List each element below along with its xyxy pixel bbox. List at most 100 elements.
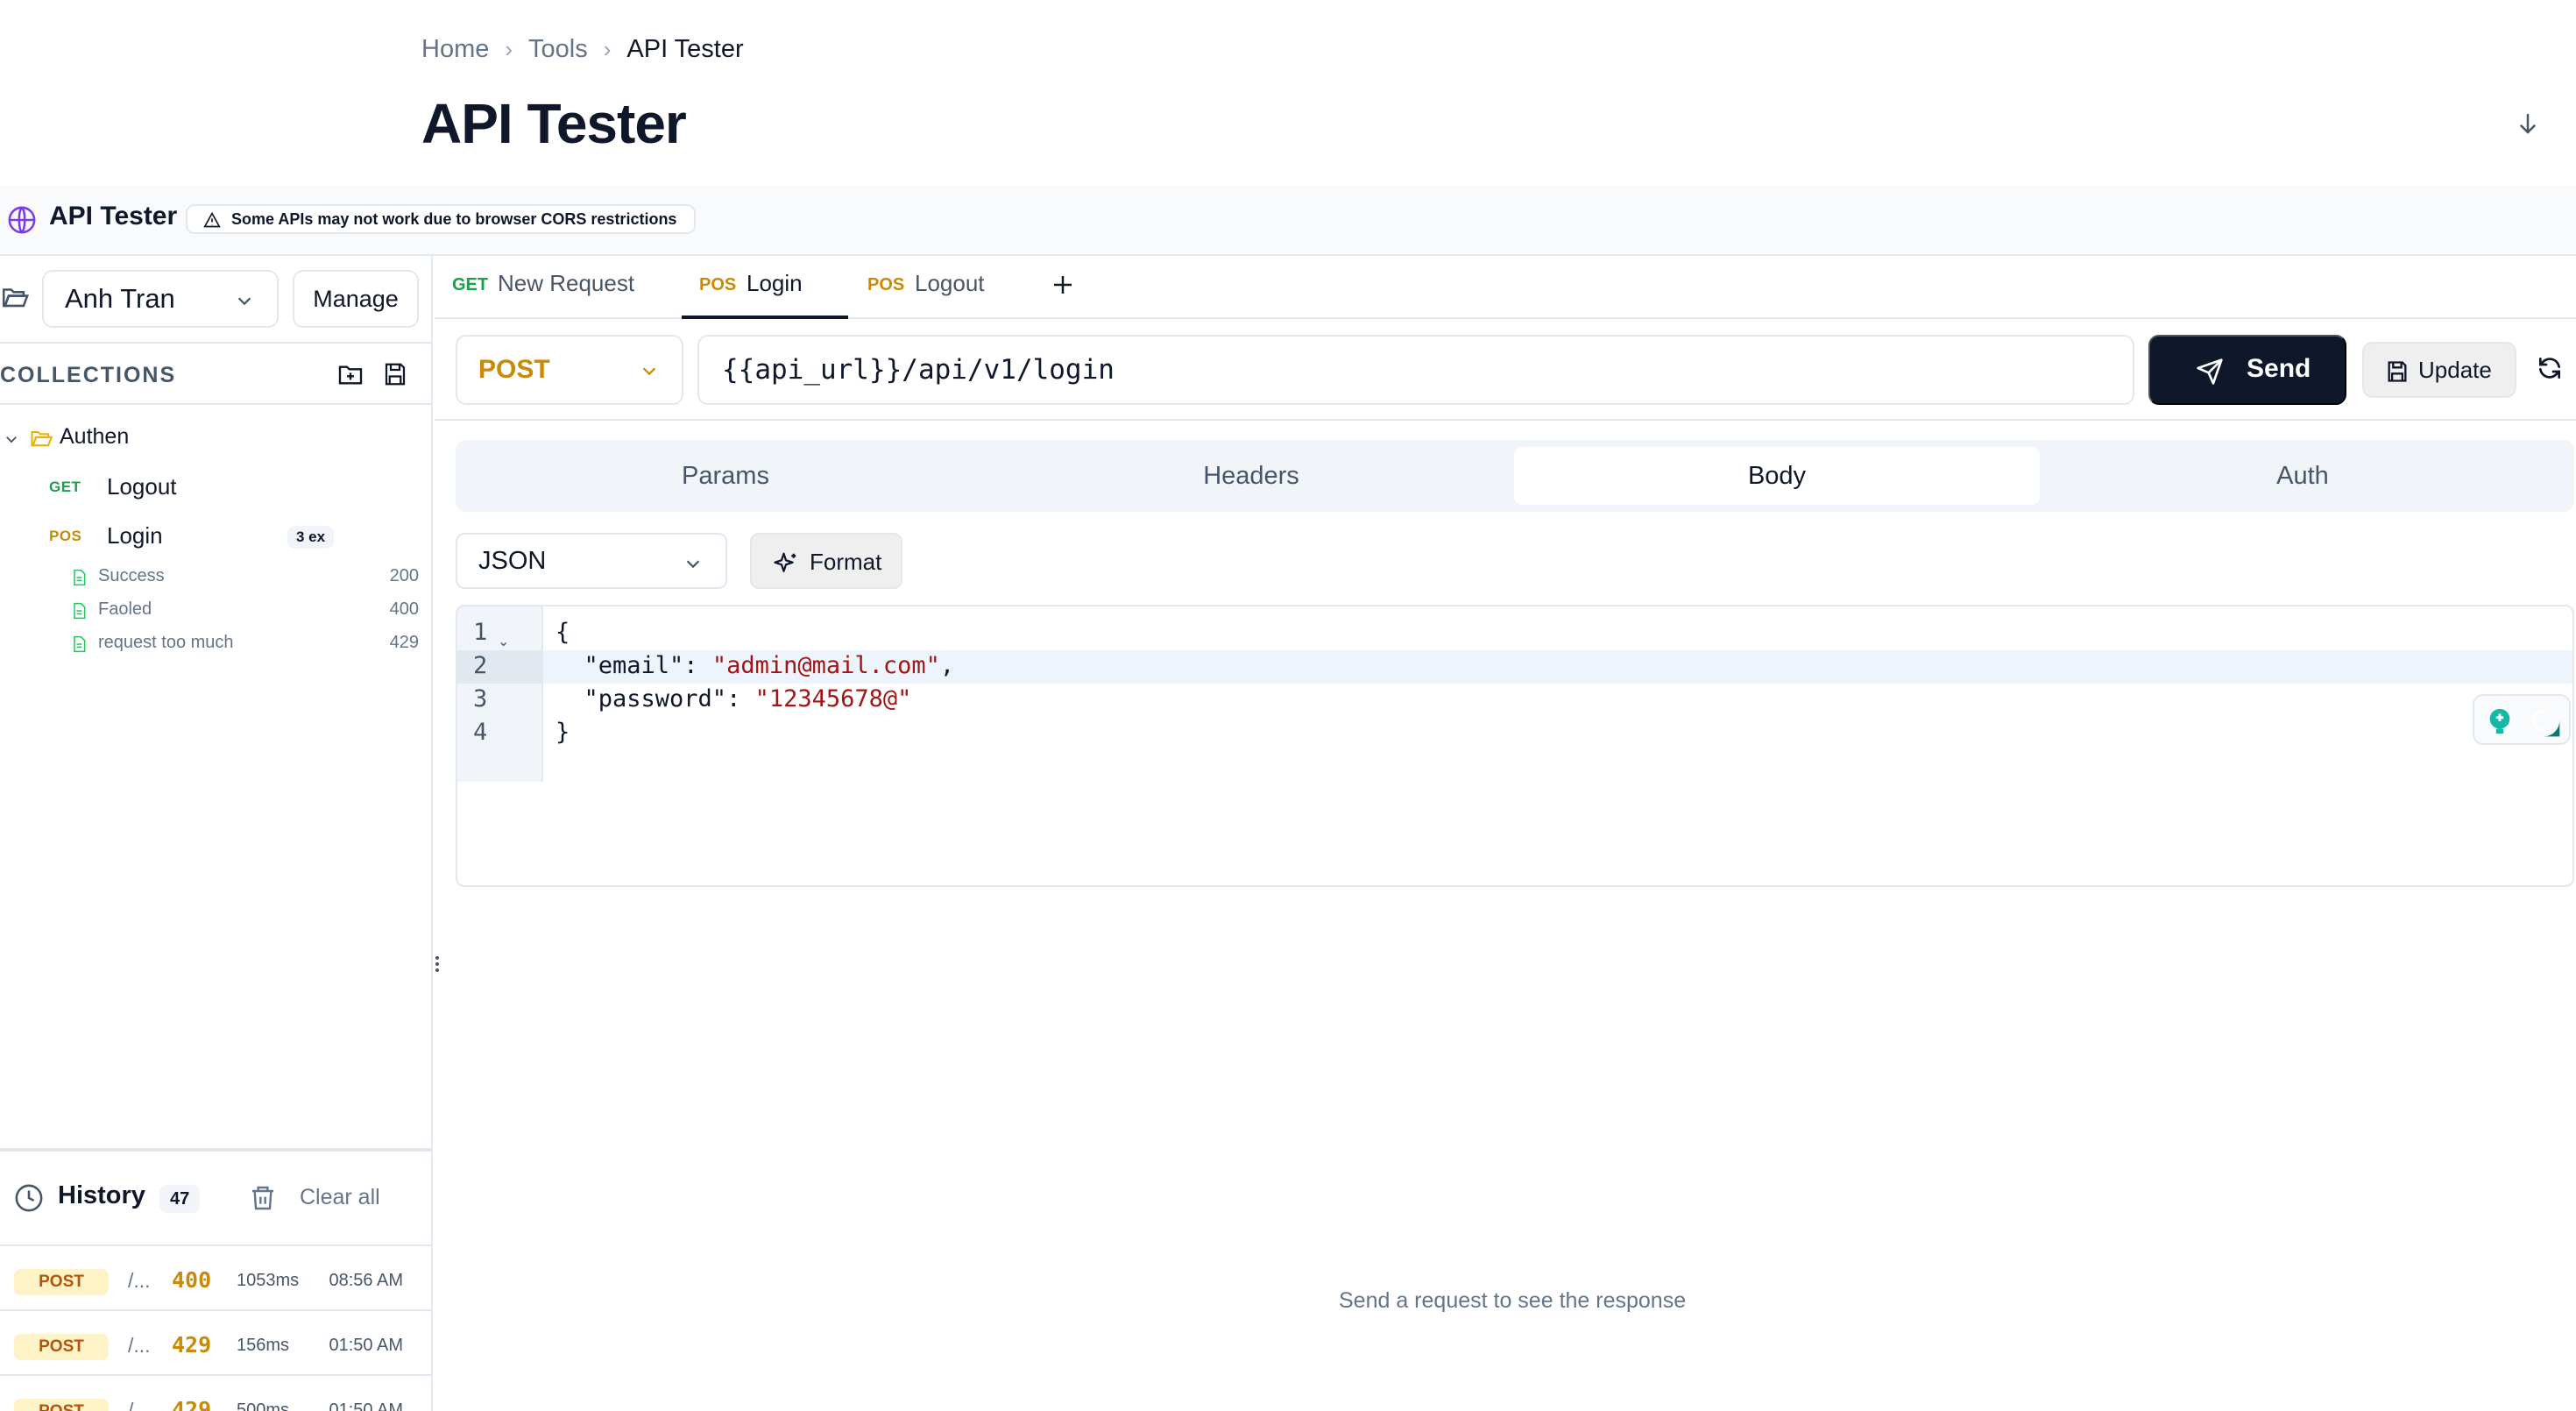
example-item[interactable]: request too much 429: [0, 628, 433, 659]
tab-label: Logout: [915, 270, 985, 296]
folder-open-icon: [31, 430, 53, 447]
workspace-row: Anh Tran Manage: [0, 256, 433, 344]
body-type-select[interactable]: JSON: [456, 533, 727, 589]
folder-authen[interactable]: Authen: [0, 422, 433, 457]
body-editor[interactable]: 1 ⌄ 2 3 4 { "email": "admin@mail.com", "…: [456, 605, 2574, 887]
example-name: request too much: [98, 633, 234, 652]
history-row[interactable]: POST /... 429 500ms 01:50 AM: [0, 1376, 433, 1411]
chevron-down-icon: [686, 560, 700, 569]
tab-label: Login: [747, 270, 803, 296]
method-badge: POST: [14, 1399, 109, 1411]
send-button[interactable]: Send: [2148, 335, 2346, 405]
chevron-right-icon: ›: [603, 36, 612, 62]
history-row[interactable]: POST /... 429 156ms 01:50 AM: [0, 1311, 433, 1376]
history-path: /...: [128, 1269, 151, 1292]
history-time: 08:56 AM: [329, 1271, 403, 1290]
format-button[interactable]: Format: [750, 533, 902, 589]
example-status: 200: [389, 566, 419, 585]
method-badge: GET: [452, 275, 489, 294]
extension-widget[interactable]: [2473, 694, 2571, 745]
example-name: Faoled: [98, 599, 152, 619]
example-name: Success: [98, 566, 165, 585]
method-select[interactable]: POST: [456, 335, 683, 405]
code-line: "password": "12345678@": [556, 685, 912, 713]
folder-plus-icon[interactable]: [336, 361, 364, 389]
tab-auth[interactable]: Auth: [2040, 447, 2565, 505]
code-line: "email": "admin@mail.com",: [556, 652, 955, 679]
chevron-down-icon: [237, 297, 251, 306]
json-key: "password":: [556, 685, 755, 713]
clear-all-button[interactable]: Clear all: [300, 1185, 380, 1210]
request-logout[interactable]: GET Logout: [0, 470, 433, 507]
history-row[interactable]: POST /... 400 1053ms 08:56 AM: [0, 1246, 433, 1311]
method-badge: POST: [14, 1334, 109, 1360]
save-icon[interactable]: [382, 361, 408, 387]
tab-params[interactable]: Params: [463, 447, 988, 505]
code-line: {: [556, 619, 570, 646]
tab-headers[interactable]: Headers: [988, 447, 1514, 505]
request-tabs: GET New Request POS Login POS Logout: [435, 256, 2576, 319]
arrow-down-icon[interactable]: [2515, 109, 2541, 138]
method-badge: POST: [14, 1269, 109, 1295]
plus-icon[interactable]: [1050, 272, 1076, 298]
method-badge: POS: [699, 275, 737, 294]
history-duration: 500ms: [237, 1400, 290, 1411]
history-time: 01:50 AM: [329, 1336, 403, 1355]
breadcrumb-tools[interactable]: Tools: [528, 35, 588, 64]
history-header: History 47 Clear all: [0, 1152, 433, 1246]
fold-chevron-icon[interactable]: ⌄: [498, 633, 509, 650]
examples-count-badge: 3 ex: [287, 526, 335, 549]
format-label: Format: [810, 549, 882, 575]
line-number: 2: [473, 652, 488, 679]
url-input[interactable]: {{api_url}}/api/v1/login: [697, 335, 2134, 405]
refresh-icon[interactable]: [2536, 354, 2564, 382]
history-status: 429: [172, 1397, 212, 1411]
tab-login[interactable]: POS Login: [682, 256, 848, 319]
workspace-select[interactable]: Anh Tran: [42, 270, 279, 328]
chevron-down-icon: [642, 367, 656, 376]
sidebar: Anh Tran Manage COLLECTIONS Authen GET L…: [0, 256, 433, 1411]
history-status: 400: [172, 1267, 212, 1293]
request-section-tabs: Params Headers Body Auth: [456, 440, 2574, 512]
method-badge: POS: [867, 275, 905, 294]
json-string: "admin@mail.com": [711, 652, 940, 679]
history-title: History: [58, 1181, 145, 1209]
cors-warning-badge: Some APIs may not work due to browser CO…: [186, 204, 697, 234]
workspace-name: Anh Tran: [65, 283, 175, 314]
collections-header: COLLECTIONS: [0, 344, 433, 405]
file-icon: [74, 602, 86, 620]
method-badge: POS: [49, 528, 82, 544]
history-count-badge: 47: [159, 1185, 201, 1213]
tab-logout[interactable]: POS Logout: [867, 256, 1016, 319]
json-punct: ,: [939, 652, 955, 679]
chevron-down-icon[interactable]: [4, 431, 19, 447]
breadcrumb-home[interactable]: Home: [421, 35, 489, 64]
history-duration: 156ms: [237, 1336, 290, 1355]
line-number: 1: [473, 619, 488, 646]
folder-open-icon[interactable]: [0, 282, 30, 312]
breadcrumb: Home › Tools › API Tester: [421, 35, 744, 64]
update-label: Update: [2418, 357, 2492, 383]
file-icon: [74, 635, 86, 653]
resize-handle[interactable]: [431, 954, 443, 975]
code-line: }: [556, 719, 570, 746]
history-time: 01:50 AM: [329, 1400, 403, 1411]
history-duration: 1053ms: [237, 1271, 300, 1290]
request-name: Logout: [107, 473, 177, 500]
cors-warning-text: Some APIs may not work due to browser CO…: [231, 210, 677, 228]
example-status: 429: [389, 633, 419, 652]
update-button[interactable]: Update: [2362, 342, 2516, 398]
trash-icon[interactable]: [249, 1183, 277, 1213]
warning-icon: [203, 211, 221, 228]
tool-header: API Tester Some APIs may not work due to…: [0, 186, 2576, 256]
example-item[interactable]: Faoled 400: [0, 594, 433, 626]
file-icon: [74, 569, 86, 586]
tab-body[interactable]: Body: [1514, 447, 2040, 505]
tab-new-request[interactable]: GET New Request: [452, 256, 645, 319]
method-badge: GET: [49, 479, 81, 495]
example-status: 400: [389, 599, 419, 619]
manage-button[interactable]: Manage: [293, 270, 419, 328]
example-item[interactable]: Success 200: [0, 561, 433, 592]
folder-name: Authen: [60, 424, 130, 449]
request-login[interactable]: POS Login 3 ex: [0, 519, 433, 556]
